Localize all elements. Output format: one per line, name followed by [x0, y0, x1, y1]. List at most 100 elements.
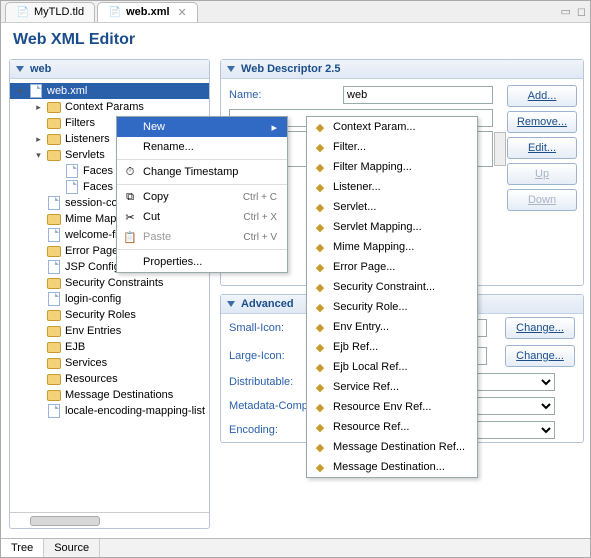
name-field[interactable]: [343, 86, 493, 104]
expand-icon[interactable]: ▸: [34, 135, 43, 144]
folder-icon: [47, 308, 61, 322]
menu-item[interactable]: ◆Servlet...: [307, 197, 477, 217]
menu-item[interactable]: ◆Resource Env Ref...: [307, 397, 477, 417]
menu-item-label: Context Param...: [333, 121, 416, 133]
menu-item-label: Cut: [143, 211, 160, 223]
menu-item[interactable]: ◆ Context Param...: [307, 117, 477, 137]
maximize-icon[interactable]: ◻: [577, 5, 586, 18]
menu-item-label: Resource Ref...: [333, 421, 409, 433]
page-title: Web XML Editor: [1, 23, 590, 59]
expand-icon[interactable]: [34, 375, 43, 384]
menu-item[interactable]: ◆Message Destination...: [307, 457, 477, 477]
tree-node[interactable]: Security Constraints: [10, 275, 209, 291]
expand-icon[interactable]: ▾: [34, 151, 43, 160]
shortcut-label: Ctrl + X: [243, 212, 277, 223]
expand-icon[interactable]: [34, 343, 43, 352]
menu-item-label: Mime Mapping...: [333, 241, 414, 253]
tree-label: login-config: [65, 293, 121, 305]
menu-item-icon: ⧉: [123, 190, 137, 204]
v-scrollbar[interactable]: [494, 132, 506, 166]
menu-item-label: Message Destination Ref...: [333, 441, 465, 453]
tree-node[interactable]: EJB: [10, 339, 209, 355]
panel-title: Web Descriptor 2.5: [241, 63, 340, 75]
menu-item[interactable]: New▸: [117, 117, 287, 137]
close-icon[interactable]: ✕: [178, 6, 187, 19]
expand-icon[interactable]: [52, 183, 61, 192]
expand-icon[interactable]: [34, 247, 43, 256]
menu-item-icon: ◆: [313, 380, 327, 394]
expand-icon[interactable]: [34, 311, 43, 320]
expand-icon[interactable]: [34, 263, 43, 272]
panel-header[interactable]: Web Descriptor 2.5: [221, 60, 583, 79]
menu-item[interactable]: ◆Env Entry...: [307, 317, 477, 337]
folder-icon: [47, 372, 61, 386]
menu-item[interactable]: ⧉CopyCtrl + C: [117, 187, 287, 207]
menu-item[interactable]: ◆ Resource Ref...: [307, 417, 477, 437]
name-label: Name:: [229, 89, 337, 101]
menu-item-label: Properties...: [143, 256, 202, 268]
tree-label: locale-encoding-mapping-list: [65, 405, 205, 417]
menu-item[interactable]: ◆Ejb Local Ref...: [307, 357, 477, 377]
tree-label: Error Pages: [65, 245, 124, 257]
change-button[interactable]: Change...: [505, 345, 575, 367]
tab-source[interactable]: Source: [44, 539, 100, 557]
expand-icon[interactable]: [34, 279, 43, 288]
menu-item[interactable]: ◆Servlet Mapping...: [307, 217, 477, 237]
menu-item[interactable]: Properties...: [117, 252, 287, 272]
tree-node[interactable]: Env Entries: [10, 323, 209, 339]
menu-item[interactable]: ◆Message Destination Ref...: [307, 437, 477, 457]
expand-icon[interactable]: [34, 295, 43, 304]
menu-item[interactable]: ◆Filter...: [307, 137, 477, 157]
menu-item[interactable]: ◆Listener...: [307, 177, 477, 197]
expand-icon[interactable]: [34, 327, 43, 336]
folder-icon: [47, 276, 61, 290]
expand-icon[interactable]: [34, 231, 43, 240]
tree-node[interactable]: ▸Context Params: [10, 99, 209, 115]
expand-icon[interactable]: [34, 359, 43, 368]
remove-button[interactable]: Remove...: [507, 111, 577, 133]
h-scrollbar[interactable]: [10, 512, 209, 528]
folder-icon: [47, 212, 61, 226]
panel-title: web: [30, 63, 51, 75]
menu-item[interactable]: Rename...: [117, 137, 287, 157]
tree-node[interactable]: Message Destinations: [10, 387, 209, 403]
expand-icon[interactable]: ▸: [34, 103, 43, 112]
tab-webxml[interactable]: 📄 web.xml ✕: [97, 2, 198, 22]
menu-item[interactable]: ✂CutCtrl + X: [117, 207, 287, 227]
tab-tree[interactable]: Tree: [1, 539, 44, 557]
change-button[interactable]: Change...: [505, 317, 575, 339]
tree-node[interactable]: locale-encoding-mapping-list: [10, 403, 209, 419]
menu-item[interactable]: ◆Security Role...: [307, 297, 477, 317]
expand-icon[interactable]: [34, 199, 43, 208]
tree-node[interactable]: Services: [10, 355, 209, 371]
menu-item[interactable]: ◆Service Ref...: [307, 377, 477, 397]
folder-icon: [47, 116, 61, 130]
expand-icon[interactable]: [34, 215, 43, 224]
add-button[interactable]: Add...: [507, 85, 577, 107]
panel-header[interactable]: web: [10, 60, 209, 79]
tree-node[interactable]: Resources: [10, 371, 209, 387]
minimize-icon[interactable]: ▭: [560, 5, 570, 18]
expand-icon[interactable]: [52, 167, 61, 176]
down-button[interactable]: Down: [507, 189, 577, 211]
menu-item-label: Ejb Local Ref...: [333, 361, 408, 373]
file-icon: [47, 196, 61, 210]
expand-icon[interactable]: ▾: [16, 87, 25, 96]
menu-item-icon: ◆: [313, 120, 327, 134]
menu-item-icon: ◆: [313, 420, 327, 434]
up-button[interactable]: Up: [507, 163, 577, 185]
menu-item[interactable]: ⏱Change Timestamp: [117, 162, 287, 182]
expand-icon[interactable]: [34, 119, 43, 128]
tab-mytld[interactable]: 📄 MyTLD.tld: [5, 2, 95, 22]
menu-item[interactable]: ◆Mime Mapping...: [307, 237, 477, 257]
menu-item[interactable]: ◆Filter Mapping...: [307, 157, 477, 177]
tree-node[interactable]: ▾web.xml: [10, 83, 209, 99]
expand-icon[interactable]: [34, 391, 43, 400]
menu-item[interactable]: ◆Error Page...: [307, 257, 477, 277]
menu-item[interactable]: ◆Security Constraint...: [307, 277, 477, 297]
tree-node[interactable]: login-config: [10, 291, 209, 307]
expand-icon[interactable]: [34, 407, 43, 416]
edit-button[interactable]: Edit...: [507, 137, 577, 159]
tree-node[interactable]: Security Roles: [10, 307, 209, 323]
menu-item[interactable]: ◆Ejb Ref...: [307, 337, 477, 357]
